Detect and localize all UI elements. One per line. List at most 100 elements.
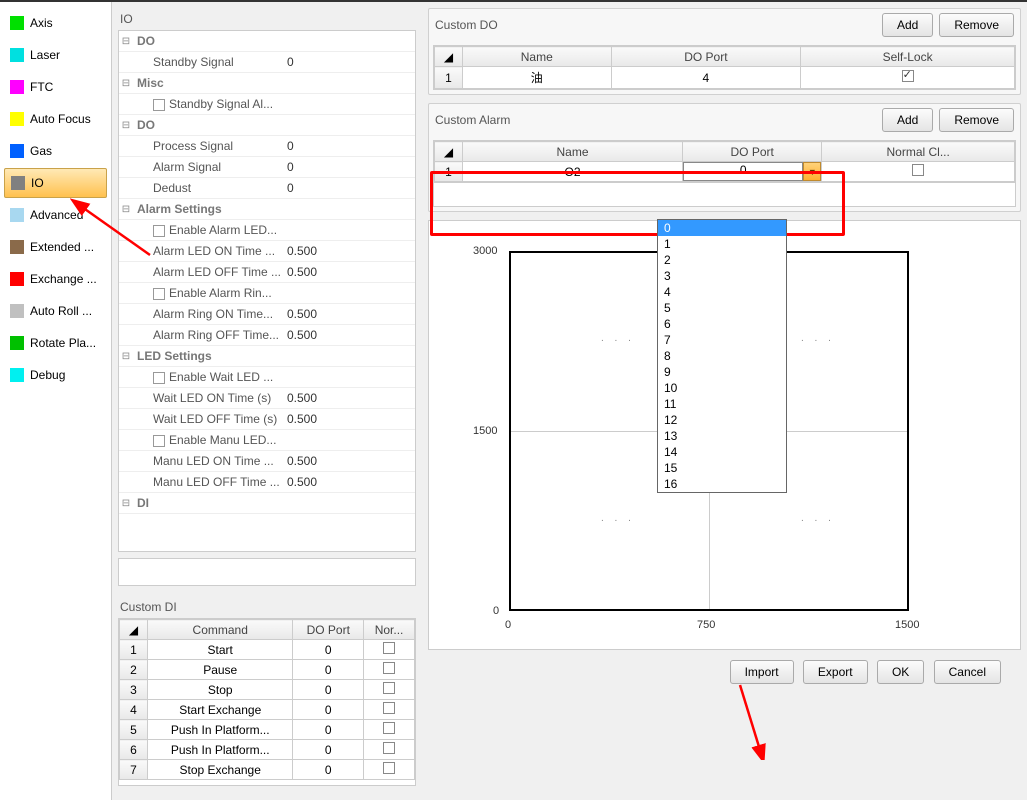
- expand-icon[interactable]: ⊟: [119, 120, 133, 131]
- dropdown-option[interactable]: 4: [658, 284, 786, 300]
- custom-do-add-button[interactable]: Add: [882, 13, 933, 37]
- dropdown-option[interactable]: 2: [658, 252, 786, 268]
- prop-value[interactable]: 0.500: [283, 475, 415, 489]
- prop-value[interactable]: 0.500: [283, 391, 415, 405]
- checkbox-icon[interactable]: [383, 662, 395, 674]
- expand-icon[interactable]: ⊟: [119, 36, 133, 47]
- custom-alarm-remove-button[interactable]: Remove: [939, 108, 1014, 132]
- prop-value[interactable]: 0.500: [283, 328, 415, 342]
- checkbox-icon[interactable]: [383, 742, 395, 754]
- sidebar-item-io[interactable]: IO: [4, 168, 107, 198]
- sidebar-item-exchange-[interactable]: Exchange ...: [4, 264, 107, 294]
- sidebar-item-axis[interactable]: Axis: [4, 8, 107, 38]
- sidebar-item-advanced[interactable]: Advanced: [4, 200, 107, 230]
- io-propgrid[interactable]: ⊟DOStandby Signal0⊟MiscStandby Signal Al…: [118, 30, 416, 552]
- sidebar-item-gas[interactable]: Gas: [4, 136, 107, 166]
- table-row[interactable]: 3Stop0: [120, 680, 415, 700]
- sidebar-item-auto-focus[interactable]: Auto Focus: [4, 104, 107, 134]
- table-row[interactable]: 5Push In Platform...0: [120, 720, 415, 740]
- col-header[interactable]: Nor...: [364, 620, 415, 640]
- sidebar-item-rotate-pla-[interactable]: Rotate Pla...: [4, 328, 107, 358]
- col-header[interactable]: DO Port: [683, 142, 822, 162]
- prop-value[interactable]: 0: [283, 160, 415, 174]
- dropdown-option[interactable]: 10: [658, 380, 786, 396]
- col-header[interactable]: Name: [463, 47, 612, 67]
- checkbox-icon[interactable]: [912, 164, 924, 176]
- checkbox-icon[interactable]: [383, 722, 395, 734]
- prop-key: Process Signal: [133, 139, 283, 153]
- checkbox-icon[interactable]: [383, 642, 395, 654]
- table-row[interactable]: 1Start0: [120, 640, 415, 660]
- col-header[interactable]: Command: [148, 620, 293, 640]
- checkbox-icon[interactable]: [153, 435, 165, 447]
- custom-do-table[interactable]: ◢NameDO PortSelf-Lock1油4: [434, 46, 1015, 89]
- checkbox-icon[interactable]: [153, 99, 165, 111]
- custom-di-table[interactable]: ◢CommandDO PortNor...1Start02Pause03Stop…: [118, 618, 416, 786]
- do-port-dropdown-list[interactable]: 012345678910111213141516: [657, 219, 787, 493]
- checkbox-icon[interactable]: [383, 682, 395, 694]
- prop-value[interactable]: 0.500: [283, 454, 415, 468]
- dropdown-option[interactable]: 14: [658, 444, 786, 460]
- sidebar-item-ftc[interactable]: FTC: [4, 72, 107, 102]
- table-row[interactable]: 2Pause0: [120, 660, 415, 680]
- table-corner[interactable]: ◢: [435, 142, 463, 162]
- prop-value[interactable]: 0: [283, 55, 415, 69]
- custom-alarm-table[interactable]: ◢NameDO PortNormal Cl...1O20▼: [434, 141, 1015, 182]
- import-button[interactable]: Import: [730, 660, 794, 684]
- ok-button[interactable]: OK: [877, 660, 924, 684]
- sidebar-item-debug[interactable]: Debug: [4, 360, 107, 390]
- expand-icon[interactable]: ⊟: [119, 351, 133, 362]
- table-row[interactable]: 7Stop Exchange0: [120, 760, 415, 780]
- table-row[interactable]: 4Start Exchange0: [120, 700, 415, 720]
- table-corner[interactable]: ◢: [435, 47, 463, 67]
- checkbox-icon[interactable]: [153, 372, 165, 384]
- custom-do-title: Custom DO: [435, 18, 876, 32]
- dropdown-option[interactable]: 16: [658, 476, 786, 492]
- custom-do-remove-button[interactable]: Remove: [939, 13, 1014, 37]
- dropdown-option[interactable]: 8: [658, 348, 786, 364]
- dropdown-option[interactable]: 5: [658, 300, 786, 316]
- table-row[interactable]: 6Push In Platform...0: [120, 740, 415, 760]
- checkbox-icon[interactable]: [383, 762, 395, 774]
- dropdown-option[interactable]: 9: [658, 364, 786, 380]
- prop-value[interactable]: 0.500: [283, 244, 415, 258]
- col-header[interactable]: Self-Lock: [801, 47, 1015, 67]
- prop-value[interactable]: 0.500: [283, 307, 415, 321]
- do-port-dropdown[interactable]: 0▼: [683, 162, 821, 181]
- prop-value[interactable]: 0.500: [283, 412, 415, 426]
- export-button[interactable]: Export: [803, 660, 868, 684]
- col-header[interactable]: DO Port: [293, 620, 364, 640]
- custom-alarm-add-button[interactable]: Add: [882, 108, 933, 132]
- expand-icon[interactable]: ⊟: [119, 204, 133, 215]
- dropdown-option[interactable]: 13: [658, 428, 786, 444]
- checkbox-icon[interactable]: [902, 70, 914, 82]
- col-header[interactable]: Normal Cl...: [822, 142, 1015, 162]
- col-header[interactable]: Name: [463, 142, 683, 162]
- table-row[interactable]: 1O20▼: [435, 162, 1015, 182]
- table-corner[interactable]: ◢: [120, 620, 148, 640]
- dropdown-option[interactable]: 3: [658, 268, 786, 284]
- sidebar-item-auto-roll-[interactable]: Auto Roll ...: [4, 296, 107, 326]
- cancel-button[interactable]: Cancel: [934, 660, 1001, 684]
- prop-value[interactable]: 0: [283, 139, 415, 153]
- dropdown-option[interactable]: 6: [658, 316, 786, 332]
- dropdown-option[interactable]: 0: [658, 220, 786, 236]
- dropdown-option[interactable]: 1: [658, 236, 786, 252]
- checkbox-icon[interactable]: [153, 288, 165, 300]
- col-header[interactable]: DO Port: [611, 47, 801, 67]
- expand-icon[interactable]: ⊟: [119, 498, 133, 509]
- swatch-icon: [10, 16, 24, 30]
- table-row[interactable]: 1油4: [435, 67, 1015, 89]
- dropdown-option[interactable]: 11: [658, 396, 786, 412]
- prop-value[interactable]: 0.500: [283, 265, 415, 279]
- sidebar-item-laser[interactable]: Laser: [4, 40, 107, 70]
- chevron-down-icon[interactable]: ▼: [803, 162, 821, 181]
- dropdown-option[interactable]: 7: [658, 332, 786, 348]
- sidebar-item-extended-[interactable]: Extended ...: [4, 232, 107, 262]
- dropdown-option[interactable]: 15: [658, 460, 786, 476]
- prop-value[interactable]: 0: [283, 181, 415, 195]
- dropdown-option[interactable]: 12: [658, 412, 786, 428]
- expand-icon[interactable]: ⊟: [119, 78, 133, 89]
- checkbox-icon[interactable]: [153, 225, 165, 237]
- checkbox-icon[interactable]: [383, 702, 395, 714]
